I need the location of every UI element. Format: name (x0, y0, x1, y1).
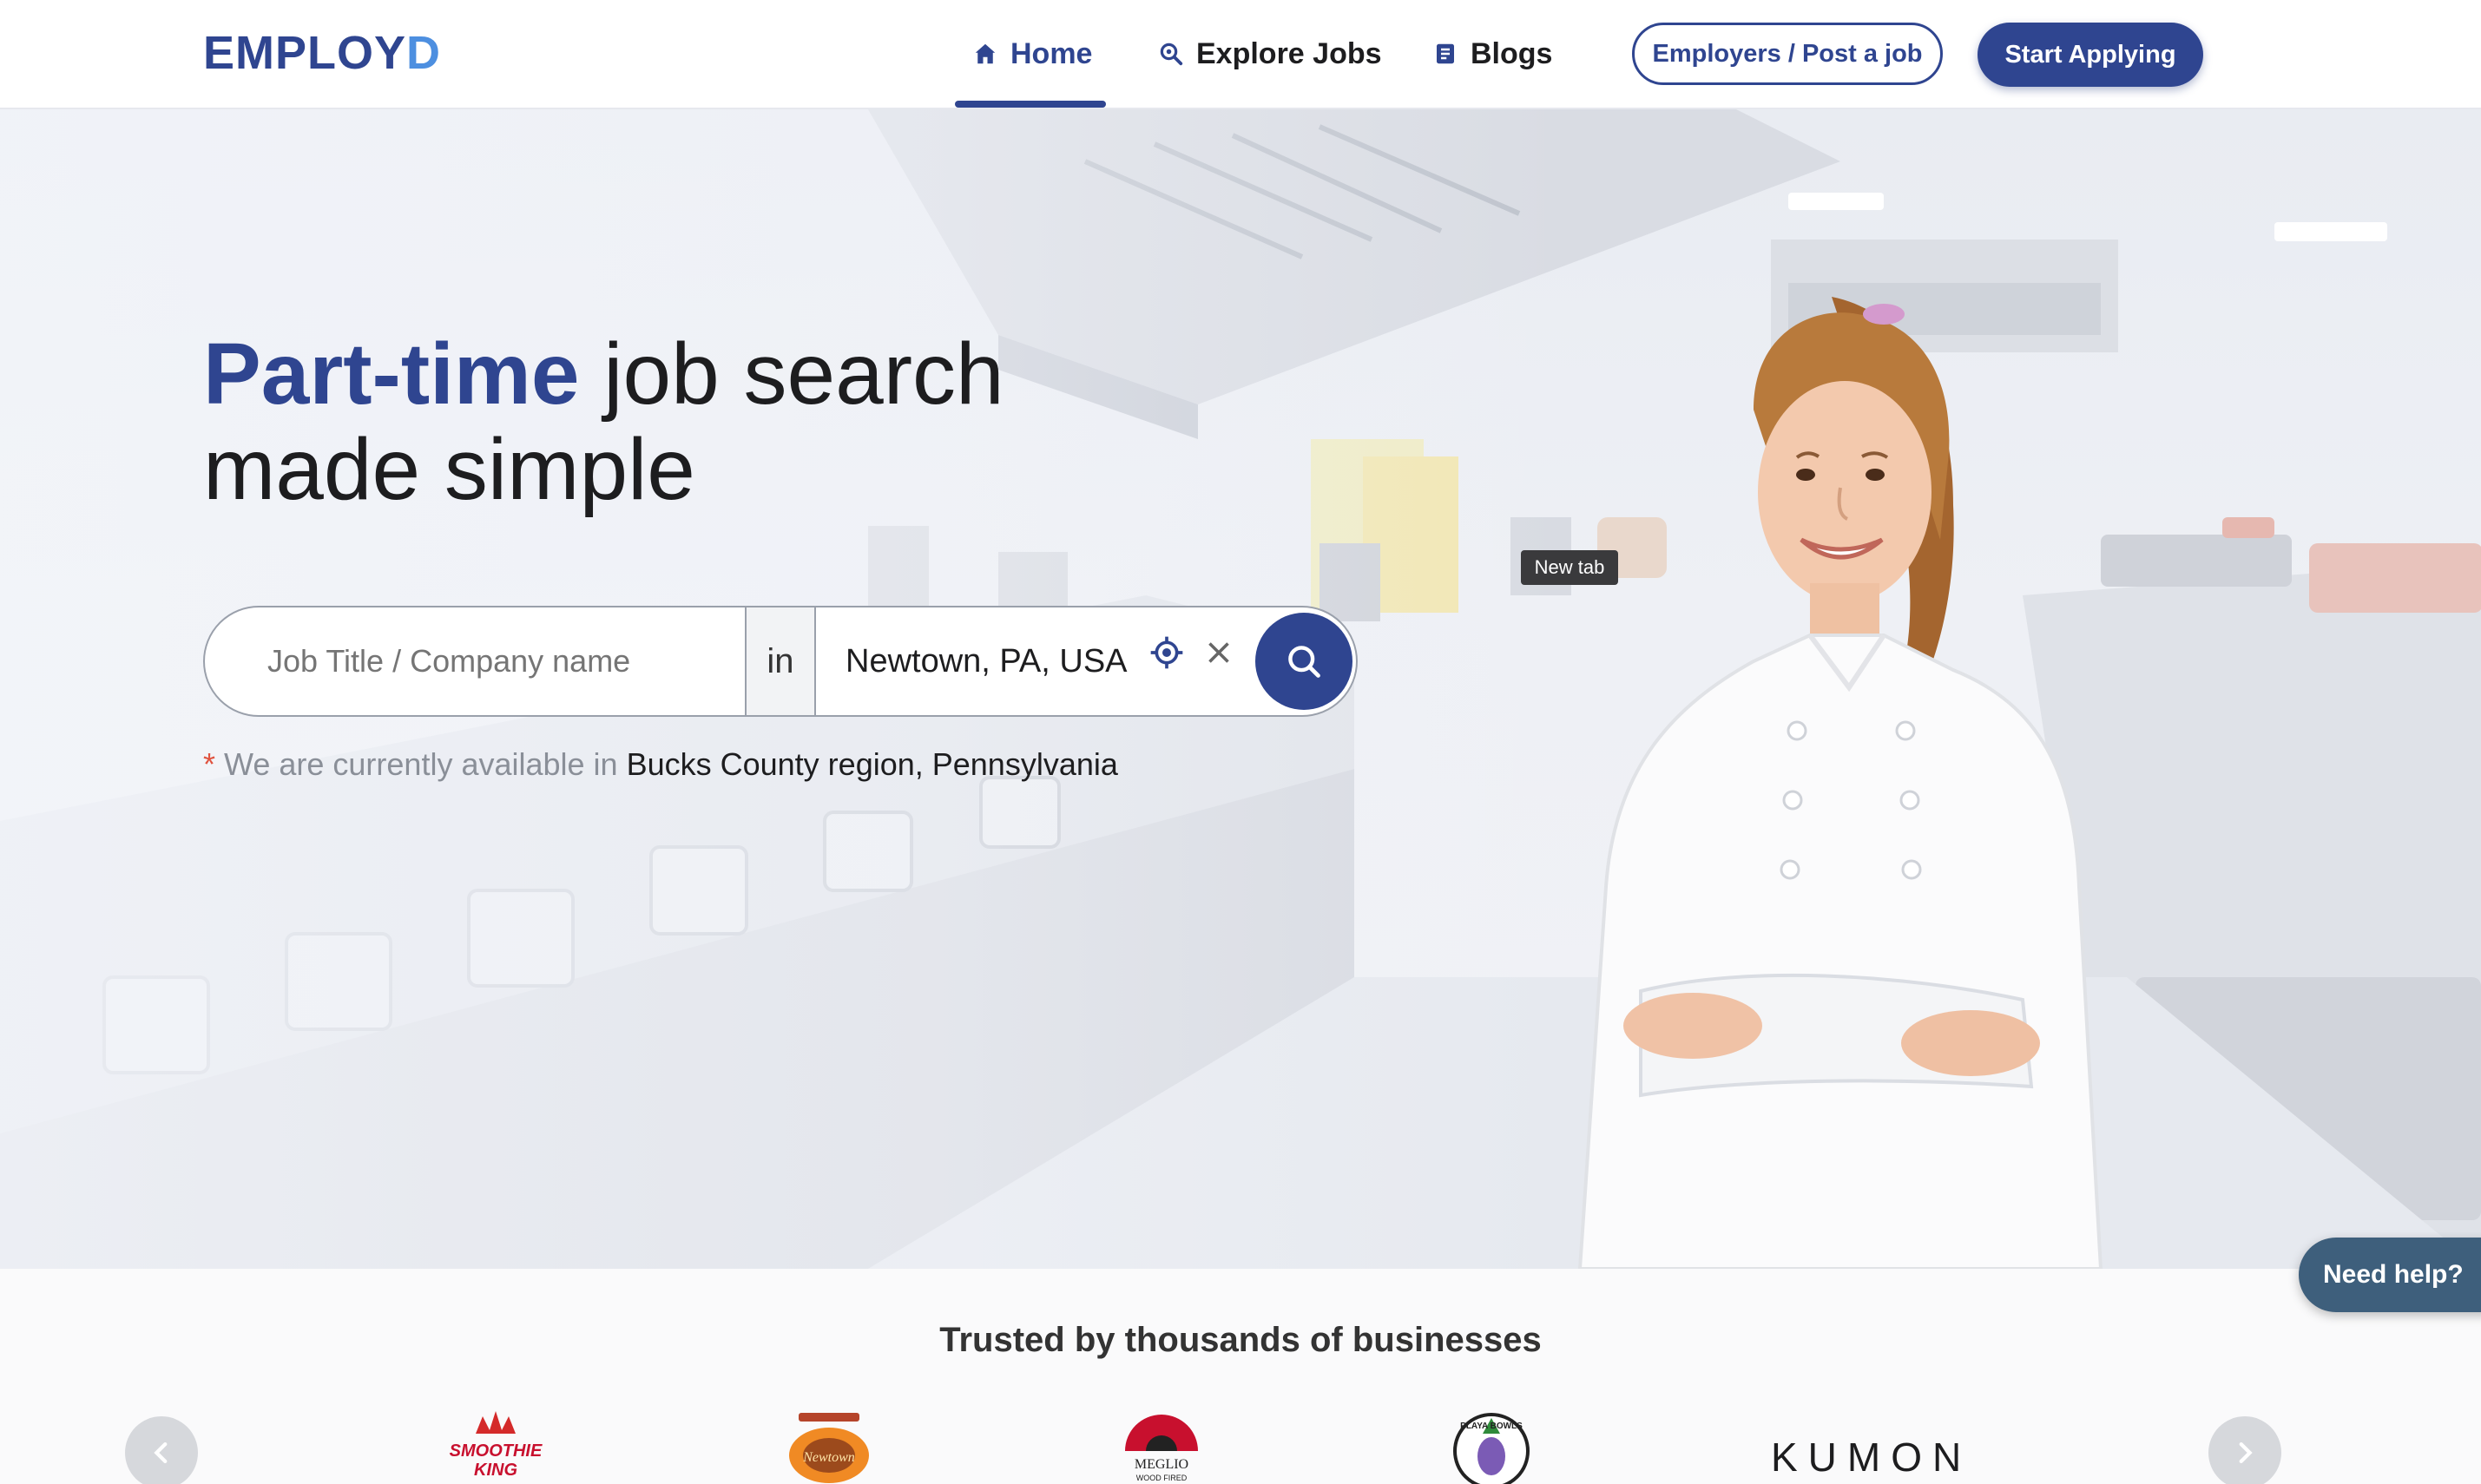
carousel-next-button[interactable] (2208, 1416, 2281, 1484)
search-icon (1288, 646, 1320, 678)
active-nav-indicator (955, 101, 1106, 108)
hero-headline: Part-time job search made simple (203, 326, 1004, 517)
nav-blogs-label: Blogs (1471, 36, 1553, 70)
playa-bowls-logo: PLAYA BOWLS (1453, 1413, 1530, 1484)
hero-section: Part-time job search made simple in New … (0, 109, 2481, 1269)
employers-post-job-button[interactable]: Employers / Post a job (1632, 23, 1943, 85)
availability-prefix: We are currently available in (215, 746, 627, 782)
start-applying-button[interactable]: Start Applying (1978, 23, 2203, 87)
smoothie-king-logo: SMOOTHIE KING (450, 1411, 543, 1480)
job-title-input[interactable] (205, 607, 745, 715)
current-location-icon[interactable] (1149, 635, 1184, 670)
clear-location-icon[interactable] (1203, 637, 1234, 668)
job-search-bar: in (203, 606, 1358, 717)
nav-home[interactable]: Home (972, 30, 1092, 78)
home-icon (975, 43, 996, 64)
blog-icon (1437, 43, 1454, 64)
meglio-wood-fired-logo: MEGLIO WOOD FIRED (1125, 1415, 1198, 1482)
nav-home-label: Home (1010, 36, 1093, 70)
nav-explore-jobs[interactable]: Explore Jobs (1158, 30, 1382, 78)
availability-asterisk: * (203, 746, 216, 782)
nav-explore-label: Explore Jobs (1196, 36, 1382, 70)
chevron-right-icon (2239, 1441, 2253, 1464)
svg-text:PLAYA BOWLS: PLAYA BOWLS (1460, 1422, 1523, 1431)
svg-text:SMOOTHIE: SMOOTHIE (450, 1441, 543, 1461)
trusted-title: Trusted by thousands of businesses (939, 1321, 1542, 1359)
logo-text-main: EMPLOY (203, 27, 407, 79)
svg-text:Newtown: Newtown (802, 1450, 855, 1465)
svg-text:KING: KING (474, 1461, 517, 1480)
carousel-prev-button[interactable] (125, 1416, 198, 1484)
nav-blogs[interactable]: Blogs (1432, 30, 1552, 78)
logo-text-accent: D (406, 27, 442, 79)
availability-note: * We are currently available in Bucks Co… (203, 746, 1118, 783)
employd-logo[interactable]: EMPLOYD (203, 24, 441, 82)
site-header: EMPLOYD Home Explore Jobs Blogs Employer… (0, 0, 2481, 109)
in-separator: in (745, 607, 816, 715)
trusted-by-section: Trusted by thousands of businesses SMOOT… (0, 1269, 2481, 1484)
need-help-button[interactable]: Need help? (2299, 1238, 2481, 1312)
new-tab-tooltip: New tab (1521, 550, 1618, 585)
kumon-logo: KUMON (1771, 1435, 1972, 1480)
headline-rest: job search (579, 325, 1004, 423)
svg-text:WOOD FIRED: WOOD FIRED (1136, 1474, 1188, 1482)
newtown-logo: Newtown (789, 1413, 869, 1483)
search-button[interactable] (1255, 613, 1352, 710)
svg-text:MEGLIO: MEGLIO (1135, 1457, 1188, 1472)
chevron-left-icon (154, 1441, 168, 1464)
search-jobs-icon (1160, 43, 1183, 66)
availability-region: Bucks County region, Pennsylvania (626, 746, 1118, 782)
headline-line2: made simple (203, 421, 695, 518)
chef-portrait-image (1577, 297, 2103, 1269)
headline-strong: Part-time (203, 325, 580, 423)
